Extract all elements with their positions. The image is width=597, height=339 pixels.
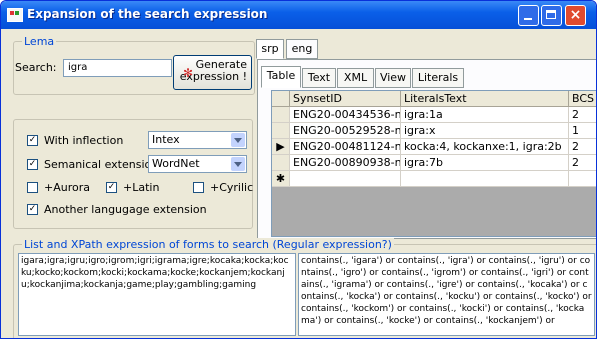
lema-group-label: Lema [22, 35, 57, 48]
row-header[interactable] [272, 107, 290, 123]
tab-view[interactable]: View [375, 68, 411, 88]
bcs-cell[interactable] [569, 171, 596, 187]
literals-cell[interactable]: igra:7b [401, 155, 569, 171]
latin-checkbox[interactable]: ✓ [106, 181, 117, 193]
aurora-option[interactable]: +Aurora [27, 181, 90, 194]
semantic-extension-label: Semanical extension [44, 158, 159, 171]
another-language-label: Another langugage extension [44, 203, 207, 216]
cyrilic-option[interactable]: +Cyrilic [193, 181, 253, 194]
inflection-select[interactable]: Intex [148, 131, 247, 149]
tab-eng[interactable]: eng [286, 39, 318, 59]
semantic-extension-checkbox[interactable]: ✓ [27, 158, 38, 170]
forms-textarea[interactable]: igara;igra;igru;igro;igrom;igri;igrama;i… [18, 253, 296, 336]
window-title: Expansion of the search expression [27, 7, 268, 21]
another-language-option[interactable]: ✓ Another langugage extension [27, 203, 207, 216]
another-language-checkbox[interactable]: ✓ [27, 203, 38, 215]
synset-cell[interactable]: ENG20-00481124-n [290, 139, 401, 155]
with-inflection-label: With inflection [44, 134, 124, 147]
column-header-bcs[interactable]: BCS [569, 91, 596, 107]
semantic-extension-select[interactable]: WordNet [148, 155, 247, 173]
literals-cell[interactable] [401, 171, 569, 187]
semantic-extension-option[interactable]: ✓ Semanical extension [27, 158, 158, 171]
row-header[interactable] [272, 123, 290, 139]
bcs-cell[interactable]: 2 [569, 155, 596, 171]
latin-option[interactable]: ✓ +Latin [106, 181, 159, 194]
cyrilic-label: +Cyrilic [210, 181, 254, 194]
synset-cell[interactable]: ENG20-00529528-n [290, 123, 401, 139]
tab-xml[interactable]: XML [337, 68, 374, 88]
literals-cell[interactable]: igra:1a [401, 107, 569, 123]
maximize-button[interactable] [541, 5, 562, 26]
synset-cell[interactable] [290, 171, 401, 187]
synset-cell[interactable]: ENG20-00890938-n [290, 155, 401, 171]
tab-text[interactable]: Text [302, 68, 336, 88]
synset-grid: SynsetID LiteralsText BCS ENG20-00434536… [271, 90, 596, 237]
inflection-select-value: Intex [152, 133, 180, 146]
chevron-down-icon[interactable] [231, 133, 245, 147]
aurora-checkbox[interactable] [27, 181, 38, 193]
row-header[interactable] [272, 155, 290, 171]
semantic-extension-select-value: WordNet [152, 157, 200, 170]
column-header-literalstext[interactable]: LiteralsText [401, 91, 569, 107]
current-row-icon[interactable]: ▶ [272, 139, 290, 155]
title-bar[interactable]: Expansion of the search expression × [1, 1, 596, 29]
chevron-down-icon[interactable] [231, 157, 245, 171]
srp-tab-panel: Table Text XML View Literals SynsetID Li… [257, 59, 596, 239]
aurora-label: +Aurora [44, 181, 90, 194]
search-label: Search: [15, 61, 57, 74]
generate-expression-button[interactable]: ✻ Generate expression ! [173, 55, 252, 90]
app-icon [7, 8, 23, 22]
minimize-button[interactable] [518, 5, 539, 26]
app-window: Expansion of the search expression × Lem… [0, 0, 597, 339]
xpath-group-label: List and XPath expression of forms to se… [22, 238, 394, 251]
close-button[interactable]: × [565, 5, 586, 26]
literals-cell[interactable]: igra:x [401, 123, 569, 139]
bcs-cell[interactable]: 2 [569, 107, 596, 123]
search-input[interactable]: igra [63, 59, 172, 77]
synset-cell[interactable]: ENG20-00434536-n [290, 107, 401, 123]
new-row-icon[interactable]: ✱ [272, 171, 290, 187]
bcs-cell[interactable]: 2 [569, 139, 596, 155]
with-inflection-option[interactable]: ✓ With inflection [27, 134, 123, 147]
latin-label: +Latin [123, 181, 160, 194]
with-inflection-checkbox[interactable]: ✓ [27, 134, 38, 146]
xpath-textarea[interactable]: contains(., 'igara') or contains(., 'igr… [298, 253, 595, 336]
row-header-corner [272, 91, 290, 107]
sparkle-icon: ✻ [183, 66, 194, 80]
tab-table[interactable]: Table [261, 66, 301, 88]
tab-srp[interactable]: srp [256, 39, 284, 59]
literals-cell[interactable]: kocka:4, kockanxe:1, igra:2b [401, 139, 569, 155]
bcs-cell[interactable]: 1 [569, 123, 596, 139]
column-header-synsetid[interactable]: SynsetID [290, 91, 401, 107]
tab-literals[interactable]: Literals [412, 68, 464, 88]
cyrilic-checkbox[interactable] [193, 181, 204, 193]
